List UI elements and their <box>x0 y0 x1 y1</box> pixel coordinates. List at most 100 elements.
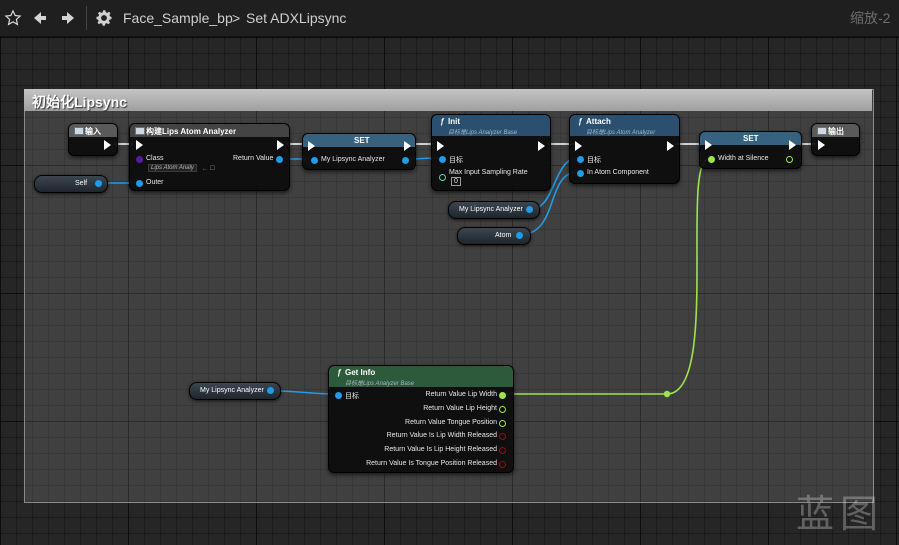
input-node[interactable]: 输入 <box>68 123 118 156</box>
atom-variable-pin[interactable] <box>516 232 523 239</box>
init-function-node[interactable]: ƒ Init 目标是Lips Analyzer Base 目标 Max Inpu… <box>431 114 551 191</box>
toolbar: Face_Sample_bp > Set ADXLipsync 缩放-2 <box>0 0 899 37</box>
comment-title: 初始化Lipsync <box>32 94 127 110</box>
construct-node-title: 构建Lips Atom Analyzer <box>146 127 237 136</box>
init-subtitle: 目标是Lips Analyzer Base <box>448 130 518 136</box>
attach-subtitle: 目标是Lips Atom Analyzer <box>586 130 656 136</box>
output-tongue-position-label: Return Value Tongue Position <box>405 419 497 426</box>
class-value-select[interactable]: Lips Atom Analy <box>148 164 197 172</box>
attach-title: Attach <box>586 117 611 126</box>
outer-pin-label: Outer <box>146 179 164 186</box>
function-icon: ƒ <box>337 368 342 377</box>
atom-variable-node[interactable]: Atom <box>457 227 531 245</box>
analyzer-variable-node[interactable]: My Lipsync Analyzer <box>448 201 540 219</box>
output-lip-width-label: Return Value Lip Width <box>425 391 497 398</box>
blueprint-watermark: 蓝图 <box>796 492 885 536</box>
self-reference-node[interactable]: Self <box>34 175 108 193</box>
toolbar-divider <box>86 6 87 30</box>
self-output-pin[interactable] <box>95 180 102 187</box>
sampling-rate-label: Max Input Sampling Rate <box>449 169 528 176</box>
get-info-function-node[interactable]: ƒ Get Info 目标是Lips Analyzer Base 目标 Retu… <box>328 365 514 473</box>
class-pin-label: Class <box>146 155 164 162</box>
function-icon: ƒ <box>440 117 445 126</box>
exec-out-pin[interactable] <box>789 140 796 150</box>
set-analyzer-title: SET <box>354 136 370 145</box>
analyzer-in-pin[interactable] <box>311 157 318 164</box>
get-info-target-label: 目标 <box>345 393 359 400</box>
atom-component-pin[interactable] <box>577 170 584 177</box>
exec-out-pin[interactable] <box>104 140 111 150</box>
exec-in-pin[interactable] <box>575 141 582 151</box>
back-arrow-icon[interactable] <box>32 0 48 36</box>
breadcrumb-separator: > <box>232 10 241 26</box>
attach-function-node[interactable]: ƒ Attach 目标是Lips Atom Analyzer 目标 In Ato… <box>569 114 680 184</box>
output-node-header: 输出 <box>812 124 859 137</box>
exec-in-pin[interactable] <box>136 140 143 150</box>
event-icon <box>74 127 84 135</box>
class-pin[interactable] <box>136 156 143 163</box>
get-info-subtitle: 目标是Lips Analyzer Base <box>345 381 415 387</box>
output-lip-width-released-label: Return Value Is Lip Width Released <box>386 432 497 439</box>
width-out-pin[interactable] <box>786 156 793 163</box>
attach-header: ƒ Attach 目标是Lips Atom Analyzer <box>570 115 679 136</box>
outer-pin[interactable] <box>136 180 143 187</box>
output-node-title: 输出 <box>828 127 844 136</box>
set-width-pin-label: Width at Silence <box>718 155 769 162</box>
comment-header[interactable]: 初始化Lipsync <box>24 89 872 111</box>
output-lip-height-released-label: Return Value Is Lip Height Released <box>384 446 497 453</box>
class-browse-icon[interactable]: ← ☐ <box>202 165 215 172</box>
set-width-node[interactable]: SET Width at Silence <box>699 131 802 169</box>
exec-out-pin[interactable] <box>404 141 411 151</box>
exec-in-pin[interactable] <box>818 140 825 150</box>
input-node-header: 输入 <box>69 124 117 137</box>
output-lip-height-released-pin[interactable] <box>499 447 506 454</box>
get-info-target-pin[interactable] <box>335 392 342 399</box>
forward-arrow-icon[interactable] <box>60 0 76 36</box>
analyzer-variable-node-2[interactable]: My Lipsync Analyzer <box>189 382 281 400</box>
output-lip-width-released-pin[interactable] <box>499 433 506 440</box>
init-target-label: 目标 <box>449 157 463 164</box>
output-tongue-position-pin[interactable] <box>499 420 506 427</box>
function-icon: ƒ <box>578 117 583 126</box>
output-lip-height-label: Return Value Lip Height <box>423 405 497 412</box>
exec-out-pin[interactable] <box>538 141 545 151</box>
analyzer-variable-pin-2[interactable] <box>267 387 274 394</box>
output-node[interactable]: 输出 <box>811 123 860 156</box>
construct-node-header: 构建Lips Atom Analyzer <box>130 124 289 137</box>
output-lip-width-pin[interactable] <box>499 392 506 399</box>
construct-object-node[interactable]: 构建Lips Atom Analyzer Class Lips Atom Ana… <box>129 123 290 191</box>
zoom-level: 缩放-2 <box>850 10 891 26</box>
gear-icon <box>94 0 114 36</box>
exec-in-pin[interactable] <box>437 141 444 151</box>
return-icon <box>817 127 827 135</box>
atom-component-label: In Atom Component <box>587 169 649 176</box>
exec-in-pin[interactable] <box>308 141 315 151</box>
analyzer-variable-label: My Lipsync Analyzer <box>459 206 523 213</box>
sampling-rate-input[interactable]: 0 <box>451 177 461 186</box>
get-info-header: ƒ Get Info 目标是Lips Analyzer Base <box>329 366 513 387</box>
exec-in-pin[interactable] <box>705 140 712 150</box>
output-tongue-position-released-pin[interactable] <box>499 461 506 468</box>
attach-target-label: 目标 <box>587 157 601 164</box>
output-tongue-position-released-label: Return Value Is Tongue Position Released <box>366 460 497 467</box>
exec-out-pin[interactable] <box>277 140 284 150</box>
set-width-header: SET <box>700 132 801 145</box>
set-analyzer-header: SET <box>303 134 415 147</box>
breadcrumb-graph[interactable]: Set ADXLipsync <box>246 0 346 36</box>
init-target-pin[interactable] <box>439 156 446 163</box>
analyzer-out-pin[interactable] <box>402 157 409 164</box>
input-node-title: 输入 <box>85 127 101 136</box>
attach-target-pin[interactable] <box>577 156 584 163</box>
breadcrumb-blueprint[interactable]: Face_Sample_bp <box>123 0 233 36</box>
set-width-title: SET <box>743 134 759 143</box>
set-analyzer-node[interactable]: SET My Lipsync Analyzer <box>302 133 416 170</box>
sampling-rate-pin[interactable] <box>439 174 446 181</box>
analyzer-variable-label-2: My Lipsync Analyzer <box>200 387 264 394</box>
analyzer-variable-pin[interactable] <box>526 206 533 213</box>
star-icon[interactable] <box>4 0 22 36</box>
output-lip-height-pin[interactable] <box>499 406 506 413</box>
exec-out-pin[interactable] <box>667 141 674 151</box>
return-value-pin[interactable] <box>276 156 283 163</box>
get-info-title: Get Info <box>345 368 376 377</box>
width-in-pin[interactable] <box>708 156 715 163</box>
